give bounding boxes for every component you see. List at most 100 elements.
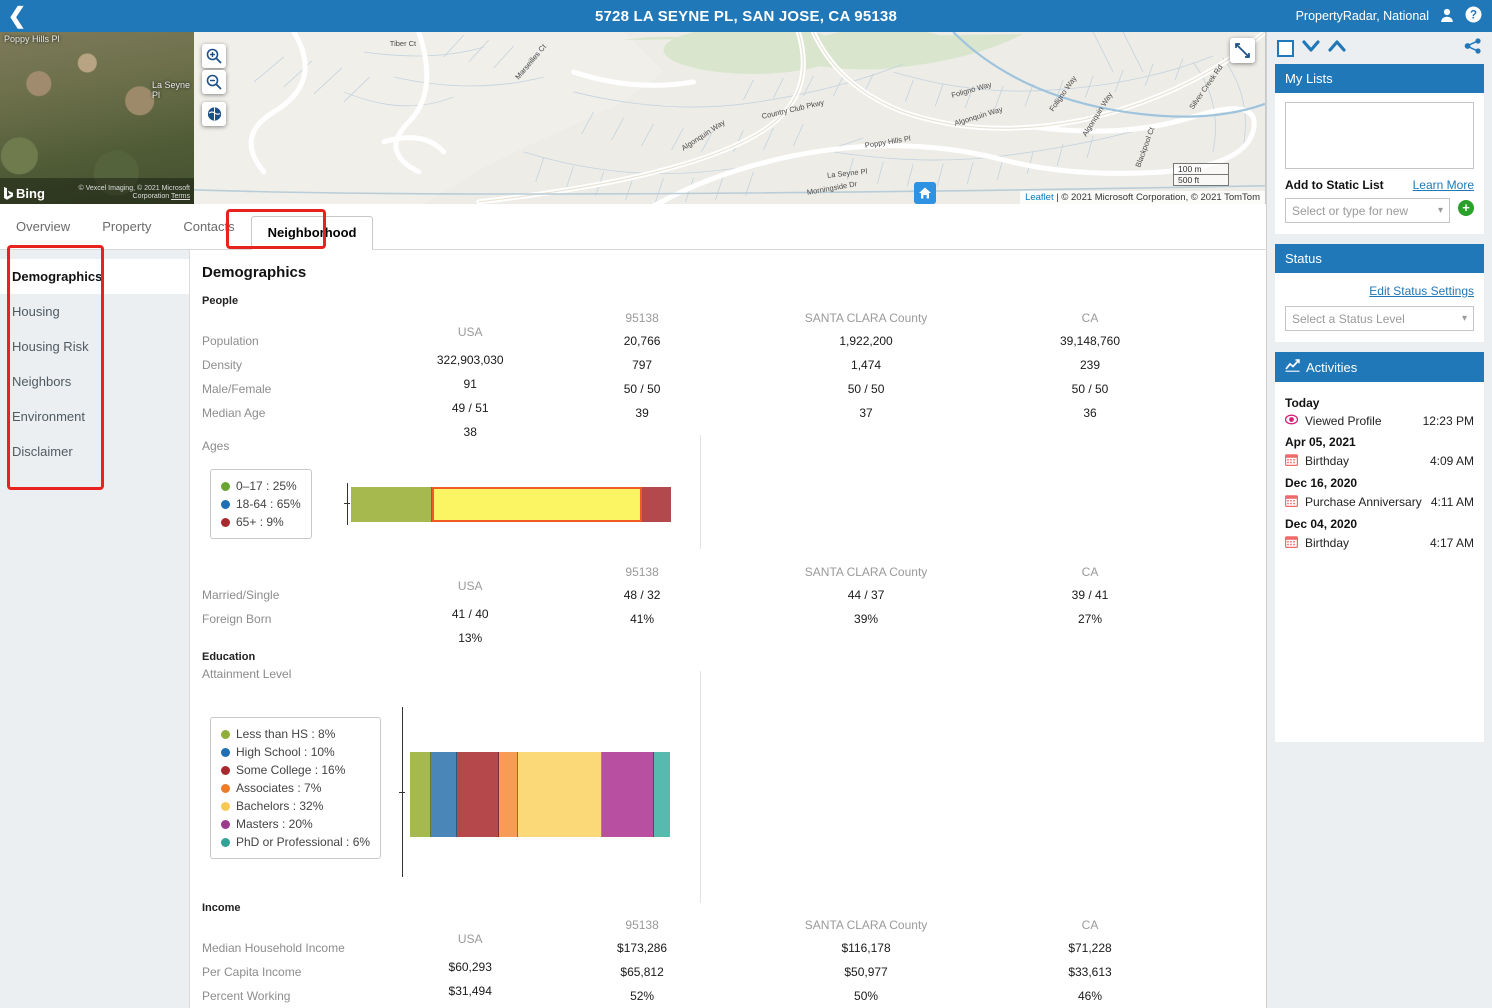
map-street-label: Blackpool Ct	[1133, 125, 1156, 168]
education-chart[interactable]: Less than HS : 8% High School : 10% Some C…	[202, 671, 1266, 903]
static-list-select[interactable]: Select or type for new ▾	[1285, 198, 1450, 223]
ages-chart[interactable]: 0–17 : 25% 18-64 : 65% 65+ : 9%	[202, 435, 1266, 549]
legend-item[interactable]: PhD or Professional : 6%	[221, 833, 370, 851]
col-label	[202, 565, 410, 583]
legend-item[interactable]: Masters : 20%	[221, 815, 370, 833]
map-view[interactable]: Tiber Ct Marseilles Ct Country Club Pkwy Po…	[194, 32, 1266, 204]
bar-segment[interactable]	[654, 752, 670, 837]
legend-item[interactable]: Bachelors : 32%	[221, 797, 370, 815]
row-label: Male/Female	[202, 382, 272, 396]
legend-item[interactable]: Less than HS : 8%	[221, 725, 370, 743]
education-bar-area	[399, 707, 882, 877]
sidebar-item-housing[interactable]: Housing	[0, 294, 189, 329]
edit-status-settings-link[interactable]: Edit Status Settings	[1369, 284, 1474, 298]
svg-text:?: ?	[1470, 10, 1477, 22]
activity-label: Purchase Anniversary	[1305, 495, 1422, 509]
cell-zip: 39	[635, 406, 649, 420]
legend-item[interactable]: 0–17 : 25%	[221, 477, 301, 495]
legend-color-dot	[221, 747, 230, 757]
plus-circle-icon[interactable]: +	[1458, 199, 1474, 216]
education-stacked-bar[interactable]	[410, 752, 670, 837]
map-street-label: Algonquin Way	[680, 118, 727, 153]
people-table: USA 95138 SANTA CLARA County CA Populati…	[202, 311, 1202, 439]
col-county: SANTA CLARA County	[804, 565, 928, 579]
col-usa: USA	[457, 579, 483, 593]
bar-segment[interactable]	[457, 752, 500, 837]
bar-segment[interactable]	[601, 752, 655, 837]
home-marker-icon[interactable]	[914, 182, 936, 204]
chevron-down-icon[interactable]	[1302, 39, 1320, 57]
chart-axis	[347, 483, 348, 525]
learn-more-link[interactable]: Learn More	[1413, 178, 1474, 192]
legend-item[interactable]: 18-64 : 65%	[221, 495, 301, 513]
leaflet-link[interactable]: Leaflet	[1025, 192, 1054, 203]
activity-label: Birthday	[1305, 454, 1350, 468]
status-level-select[interactable]: Select a Status Level ▾	[1285, 306, 1474, 331]
legend-item[interactable]: Some College : 16%	[221, 761, 370, 779]
map-layers-icon[interactable]	[202, 102, 226, 126]
tab-overview[interactable]: Overview	[0, 204, 86, 250]
chevron-down-icon: ▾	[1461, 313, 1467, 324]
tab-contacts[interactable]: Contacts	[167, 204, 250, 250]
bar-segment[interactable]	[641, 487, 671, 522]
sidebar-item-environment[interactable]: Environment	[0, 399, 189, 434]
legend-label: Bachelors : 32%	[236, 799, 324, 813]
sidebar-item-neighbors[interactable]: Neighbors	[0, 364, 189, 399]
table-row: Foreign Born 13% 41% 39% 27%	[202, 607, 1202, 645]
back-button[interactable]: ❮	[0, 0, 34, 32]
share-icon[interactable]	[1464, 37, 1482, 59]
col-state: CA	[1081, 918, 1099, 932]
legend-item[interactable]: High School : 10%	[221, 743, 370, 761]
chart-axis-tick	[399, 792, 405, 793]
row-label: Median Household Income	[202, 941, 345, 955]
map-street-label: Foligno Way	[950, 80, 992, 100]
bar-segment[interactable]	[351, 487, 432, 522]
legend-label: High School : 10%	[236, 745, 335, 759]
activities-title: Activities	[1306, 359, 1358, 375]
row-label: Population	[202, 334, 259, 348]
sidebar-item-demographics[interactable]: Demographics	[0, 259, 189, 294]
bar-segment[interactable]	[499, 752, 518, 837]
chevron-up-icon[interactable]	[1328, 39, 1346, 57]
cell-county: 37	[859, 406, 873, 420]
activity-date-group: Today	[1285, 396, 1320, 410]
activity-row[interactable]: Purchase Anniversary 4:11 AM	[1285, 492, 1474, 512]
aerial-photo[interactable]: Poppy Hills Pl La Seyne Pl Bing © Vexcel…	[0, 32, 194, 204]
income-table: USA 95138 SANTA CLARA County CA Median H…	[202, 918, 1202, 1008]
activity-row[interactable]: Viewed Profile 12:23 PM	[1284, 412, 1474, 430]
my-lists-listbox[interactable]	[1285, 102, 1474, 169]
bar-segment[interactable]	[431, 487, 642, 522]
help-icon[interactable]: ?	[1465, 6, 1482, 26]
bing-attribution-bar: Bing © Vexcel Imaging, © 2021 Microsoft …	[0, 178, 194, 204]
aerial-terms-link[interactable]: Terms	[171, 193, 190, 200]
sidebar-item-housing-risk[interactable]: Housing Risk	[0, 329, 189, 364]
expand-icon[interactable]	[1230, 38, 1255, 63]
checkbox-icon[interactable]	[1277, 39, 1294, 57]
sidebar-item-disclaimer[interactable]: Disclaimer	[0, 434, 189, 469]
col-state: CA	[1081, 311, 1099, 325]
bing-logo: Bing	[4, 186, 45, 201]
legend-label: Associates : 7%	[236, 781, 322, 795]
legend-item[interactable]: 65+ : 9%	[221, 513, 301, 531]
user-icon[interactable]	[1439, 7, 1455, 26]
activity-row[interactable]: Birthday 4:17 AM	[1285, 533, 1474, 553]
status-header: Status	[1275, 244, 1484, 273]
zoom-out-icon[interactable]	[202, 70, 226, 94]
tab-neighborhood[interactable]: Neighborhood	[250, 215, 374, 250]
activity-date-group: Apr 05, 2021	[1285, 435, 1356, 449]
activity-row[interactable]: Birthday 4:09 AM	[1285, 451, 1474, 471]
edit-status-settings-row: Edit Status Settings	[1285, 282, 1474, 300]
activities-body: Today Viewed Profile 12:23 PM Apr 05, 2021 B…	[1275, 382, 1484, 564]
ages-stacked-bar[interactable]	[351, 487, 671, 522]
bar-segment[interactable]	[517, 752, 602, 837]
activity-time: 4:11 AM	[1430, 495, 1474, 509]
tab-property[interactable]: Property	[86, 204, 167, 250]
account-label: PropertyRadar, National	[1295, 9, 1429, 23]
bar-segment[interactable]	[410, 752, 431, 837]
legend-item[interactable]: Associates : 7%	[221, 779, 370, 797]
activities-header: Activities	[1275, 352, 1484, 382]
status-title: Status	[1285, 251, 1322, 266]
map-attribution: Leaflet | © 2021 Microsoft Corporation, …	[1020, 191, 1265, 204]
zoom-in-icon[interactable]	[202, 44, 226, 68]
bar-segment[interactable]	[431, 752, 458, 837]
